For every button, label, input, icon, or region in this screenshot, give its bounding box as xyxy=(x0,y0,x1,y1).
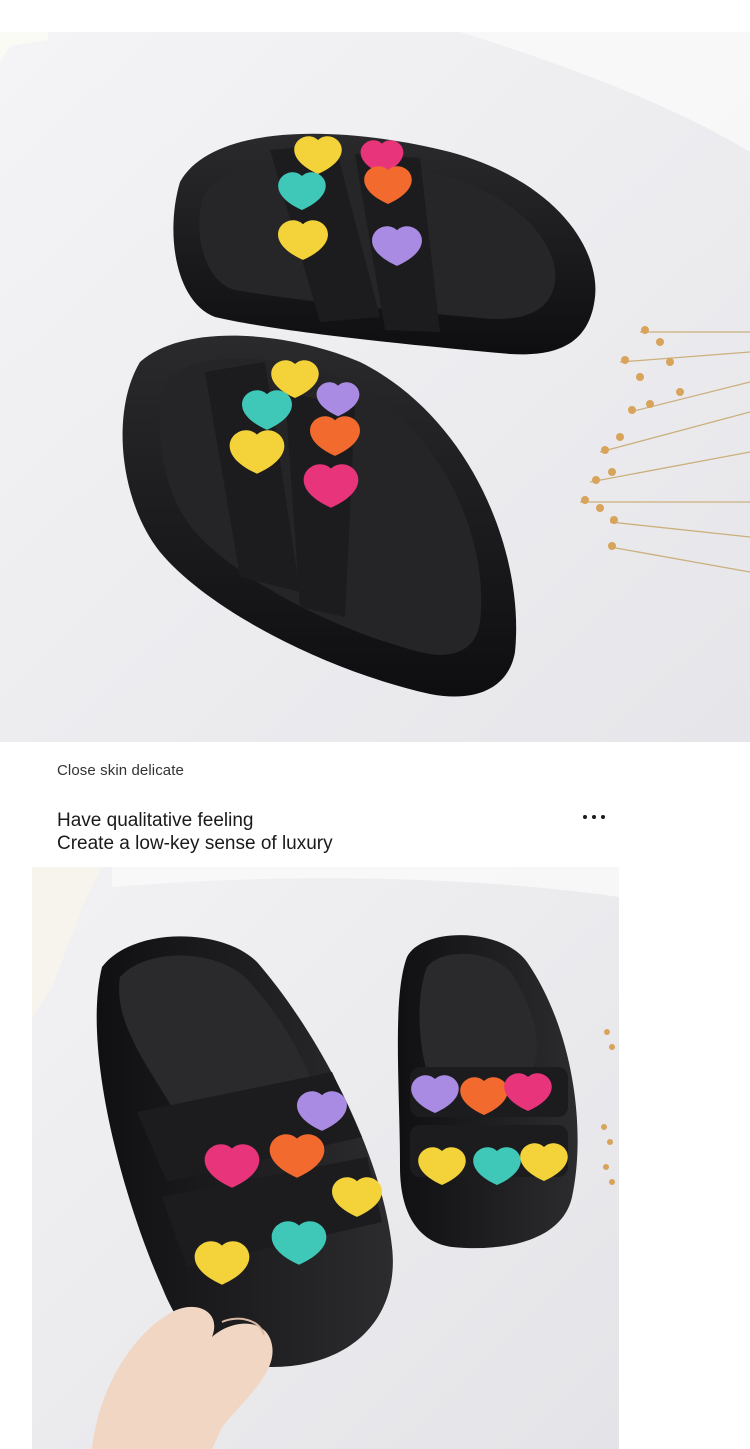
caption-close-skin: Close skin delicate xyxy=(57,762,184,779)
headline-line-1: Have qualitative feeling xyxy=(57,810,254,831)
headline-line-2: Create a low-key sense of luxury xyxy=(57,833,333,854)
product-photo-bottom xyxy=(32,867,619,1449)
headline: Have qualitative feeling Create a low-ke… xyxy=(57,809,333,855)
slides-photo-illustration xyxy=(0,32,750,742)
product-photo-top xyxy=(0,32,750,742)
more-dots-icon xyxy=(583,815,605,819)
hand-slides-illustration xyxy=(32,867,619,1449)
